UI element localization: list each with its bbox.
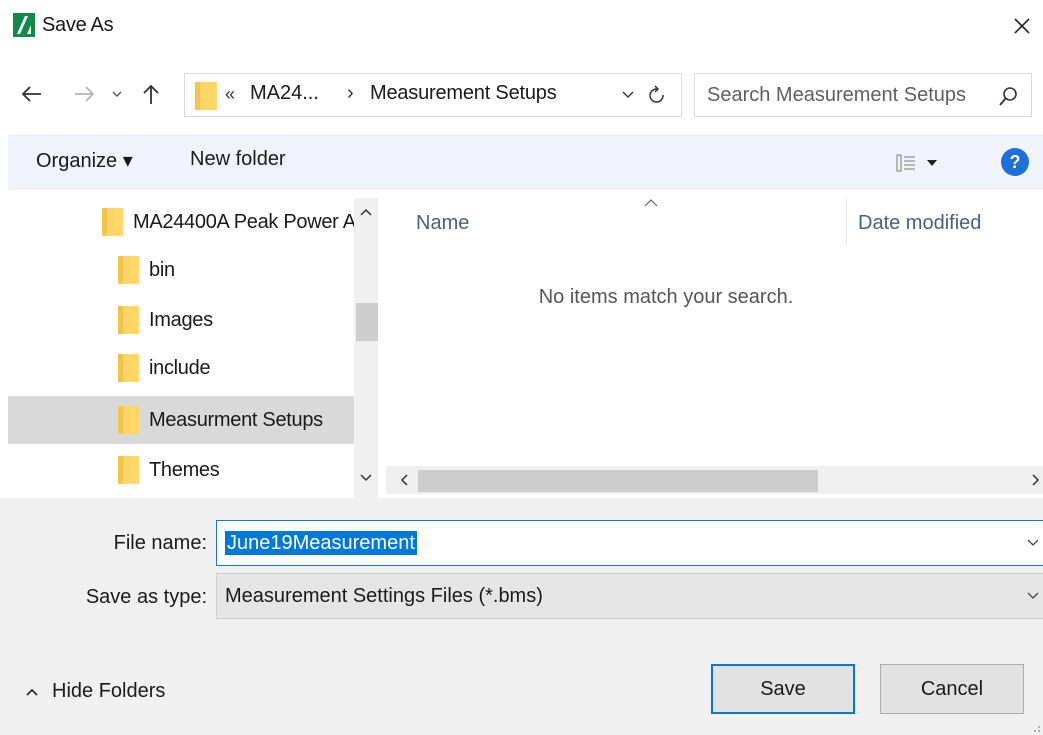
view-options-icon: [896, 154, 915, 172]
breadcrumb-item[interactable]: Measurement Setups: [370, 82, 557, 105]
tree-item-selected[interactable]: Measurment Setups: [8, 396, 354, 444]
folder-icon: [118, 256, 139, 284]
view-options-button[interactable]: [896, 150, 960, 176]
organize-button[interactable]: Organize ▾: [36, 148, 133, 173]
empty-message: No items match your search.: [538, 286, 794, 308]
save-type-value: Measurement Settings Files (*.bms): [225, 585, 543, 607]
chevron-up-icon: [360, 208, 372, 216]
tree-item[interactable]: bin: [118, 246, 358, 294]
tree-item-label: include: [149, 356, 211, 379]
scrollbar-thumb[interactable]: [356, 303, 378, 341]
save-type-label: Save as type:: [85, 586, 207, 608]
chevron-right-icon: [1032, 474, 1040, 486]
hide-folders-button[interactable]: Hide Folders: [26, 680, 165, 703]
recent-locations-button[interactable]: [106, 76, 128, 112]
tree-item-label: MA24400A Peak Power A: [133, 210, 356, 233]
chevron-down-icon: [1027, 539, 1039, 546]
scroll-up-button[interactable]: [354, 202, 378, 222]
arrow-right-icon: [75, 86, 95, 102]
folder-icon: [118, 306, 139, 334]
file-list[interactable]: Name Date modified No items match your s…: [386, 198, 1043, 498]
chevron-down-icon: [622, 91, 634, 98]
resize-grip-icon[interactable]: [1030, 722, 1042, 734]
sort-indicator-icon: [644, 194, 658, 210]
up-button[interactable]: [133, 76, 169, 112]
tree-item-label: Themes: [149, 458, 220, 481]
column-header-date-modified[interactable]: Date modified: [858, 212, 981, 235]
navigation-scrollbar[interactable]: [354, 198, 378, 498]
cancel-button[interactable]: Cancel: [880, 664, 1024, 714]
tree-item[interactable]: Images: [118, 296, 358, 344]
folder-icon: [195, 82, 217, 110]
tree-item[interactable]: Themes: [118, 446, 358, 494]
chevron-down-icon: [112, 91, 122, 97]
search-icon[interactable]: [997, 84, 1021, 108]
breadcrumb-overflow[interactable]: «: [225, 84, 235, 105]
file-name-input[interactable]: June19Measurement: [216, 520, 1043, 566]
scroll-down-button[interactable]: [354, 468, 378, 488]
forward-button[interactable]: [66, 76, 102, 112]
save-type-dropdown-button[interactable]: [1023, 586, 1043, 606]
tree-item[interactable]: MA24400A Peak Power A: [102, 198, 378, 246]
chevron-down-icon: [360, 474, 372, 482]
anritsu-logo-icon: [13, 13, 35, 37]
save-button[interactable]: Save: [711, 664, 855, 714]
search-box[interactable]: [694, 73, 1032, 117]
tree-item-label: Images: [149, 308, 213, 331]
navigation-pane: MA24400A Peak Power A bin Images include…: [8, 198, 378, 498]
tree-item-label: Measurment Setups: [149, 408, 323, 431]
chevron-down-icon: [1027, 592, 1039, 599]
chevron-up-icon: [644, 199, 658, 207]
address-dropdown-button[interactable]: [617, 82, 639, 108]
refresh-button[interactable]: [644, 82, 670, 108]
horizontal-scrollbar[interactable]: [386, 466, 1043, 494]
folder-icon: [102, 208, 123, 236]
command-bar: Organize ▾ New folder ?: [8, 134, 1043, 190]
caret-down-icon: [927, 160, 937, 166]
file-name-label: File name:: [113, 532, 207, 554]
breadcrumb-item[interactable]: MA24...: [250, 82, 319, 105]
refresh-icon: [649, 85, 664, 103]
scrollbar-thumb[interactable]: [418, 470, 818, 492]
breadcrumb-separator[interactable]: ›: [347, 82, 354, 105]
search-input[interactable]: [707, 82, 977, 108]
chevron-up-icon: [26, 688, 38, 696]
folder-icon: [118, 456, 139, 484]
folder-icon: [118, 354, 139, 382]
arrow-up-icon: [143, 84, 159, 104]
file-name-dropdown-button[interactable]: [1023, 533, 1043, 553]
arrow-left-icon: [21, 86, 41, 102]
tree-item-label: bin: [149, 258, 175, 281]
column-divider[interactable]: [846, 198, 847, 244]
chevron-left-icon: [400, 474, 408, 486]
scroll-right-button[interactable]: [1026, 470, 1043, 490]
hide-folders-label: Hide Folders: [52, 680, 166, 702]
save-type-select[interactable]: Measurement Settings Files (*.bms): [216, 573, 1043, 619]
close-button[interactable]: [1004, 8, 1040, 44]
back-button[interactable]: [14, 76, 50, 112]
column-header-name[interactable]: Name: [416, 212, 469, 235]
help-button[interactable]: ?: [1001, 148, 1029, 176]
file-name-value[interactable]: June19Measurement: [225, 531, 417, 555]
close-icon: [1014, 18, 1030, 34]
address-bar[interactable]: « MA24... › Measurement Setups: [184, 73, 682, 117]
new-folder-button[interactable]: New folder: [190, 148, 286, 171]
folder-icon: [118, 406, 139, 434]
window-title: Save As: [42, 14, 114, 36]
title-bar: [0, 0, 1043, 56]
tree-item[interactable]: include: [118, 344, 358, 392]
scroll-left-button[interactable]: [394, 470, 414, 490]
